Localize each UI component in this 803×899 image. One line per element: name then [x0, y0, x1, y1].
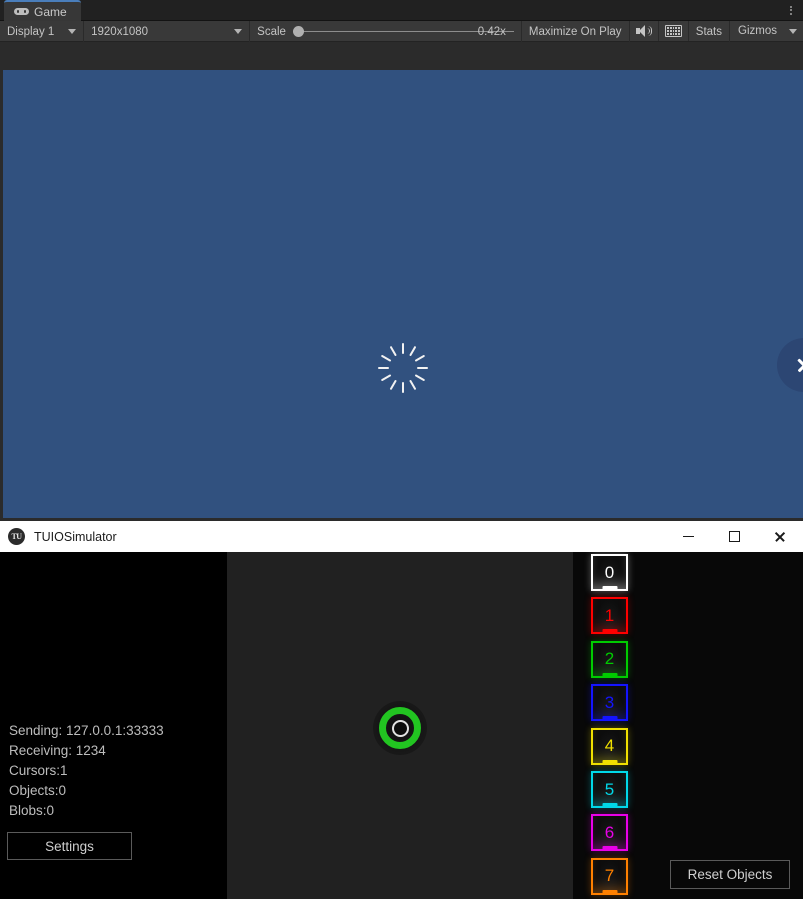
kebab-menu-icon[interactable] [785, 4, 797, 18]
scale-label: Scale [257, 25, 286, 38]
reset-objects-button[interactable]: Reset Objects [670, 860, 790, 889]
tab-game-label: Game [34, 4, 67, 19]
object-button-label: 3 [604, 692, 615, 712]
object-button-label: 4 [604, 736, 615, 756]
status-line: Sending: 127.0.0.1:33333 [9, 723, 164, 738]
stats-label: Stats [695, 25, 723, 38]
game-render-surface[interactable] [3, 70, 803, 518]
settings-button[interactable]: Settings [7, 832, 132, 860]
close-icon [774, 531, 786, 543]
resolution-dropdown[interactable]: 1920x1080 [84, 21, 251, 42]
maximize-icon [728, 531, 740, 542]
object-button-label: 6 [604, 822, 615, 842]
minimize-icon [682, 535, 694, 538]
status-list: Sending: 127.0.0.1:33333 Receiving: 1234 C… [9, 721, 164, 821]
object-button-5[interactable]: 5 [591, 771, 628, 808]
chevron-down-icon [68, 29, 77, 34]
unity-game-view-panel: Game Display 1 1920x1080 Scale 0.42x Max… [0, 0, 803, 521]
tuio-cursor-ring [379, 707, 421, 749]
close-icon [796, 357, 803, 374]
status-line: Blobs:0 [9, 803, 55, 818]
spinner-spoke [402, 343, 404, 354]
object-button-label: 1 [604, 605, 615, 625]
scale-value: 0.42x [477, 25, 506, 38]
scale-slider[interactable]: 0.42x [292, 21, 514, 42]
object-button-0[interactable]: 0 [591, 554, 628, 591]
spinner-spoke [409, 379, 417, 391]
tuio-titlebar[interactable]: TU TUIOSimulator [0, 521, 803, 552]
spinner-spoke [414, 374, 426, 382]
scale-control[interactable]: Scale 0.42x [250, 21, 522, 42]
minimize-button[interactable] [665, 521, 711, 552]
object-button-4[interactable]: 4 [591, 727, 628, 765]
gizmos-label: Gizmos [738, 25, 777, 37]
object-button-label: 2 [604, 649, 615, 669]
tuio-window-title: TUIOSimulator [34, 529, 117, 544]
chevron-down-icon [234, 29, 243, 34]
tab-game[interactable]: Game [4, 0, 81, 21]
display-dropdown-label: Display 1 [7, 25, 55, 38]
scale-slider-knob[interactable] [292, 26, 304, 37]
close-button[interactable] [757, 521, 803, 552]
object-button-7[interactable]: 7 [591, 857, 628, 895]
object-button-6[interactable]: 6 [591, 814, 628, 852]
stats-grid-button[interactable] [659, 21, 689, 41]
mute-audio-button[interactable] [630, 21, 660, 41]
window-controls [665, 521, 803, 552]
maximize-button[interactable] [711, 521, 757, 552]
status-line: Objects:0 [9, 783, 67, 798]
stats-button[interactable]: Stats [689, 21, 731, 42]
gizmos-button[interactable]: Gizmos [730, 21, 803, 41]
maximize-on-play-label: Maximize On Play [528, 25, 622, 38]
spinner-spoke [402, 382, 404, 393]
editor-tab-strip: Game [0, 0, 803, 21]
object-button-label: 5 [604, 779, 615, 799]
spinner-spoke [380, 354, 392, 362]
spinner-spoke [378, 367, 389, 369]
game-view-toolbar: Display 1 1920x1080 Scale 0.42x Maximize… [0, 21, 803, 42]
chevron-down-icon[interactable] [789, 28, 797, 34]
object-button-2[interactable]: 2 [591, 640, 628, 678]
tuio-cursor-core [391, 719, 409, 737]
tuio-app-icon: TU [8, 528, 25, 545]
spinner-spoke [389, 379, 397, 391]
game-view-container [0, 42, 803, 521]
display-dropdown[interactable]: Display 1 [0, 21, 85, 42]
spinner-spoke [409, 345, 417, 357]
object-button-label: 7 [604, 866, 615, 886]
spinner-spoke [417, 367, 428, 369]
object-button-label: 0 [604, 562, 615, 582]
object-button-3[interactable]: 3 [591, 684, 628, 722]
resolution-dropdown-label: 1920x1080 [91, 25, 149, 38]
spinner-spoke [380, 374, 392, 382]
status-line: Cursors:1 [9, 763, 68, 778]
gamepad-icon [14, 7, 29, 16]
close-overlay-button[interactable] [777, 338, 803, 392]
speaker-icon [635, 25, 652, 37]
keyboard-grid-icon [664, 25, 682, 37]
object-button-1[interactable]: 1 [591, 597, 628, 635]
spinner-spoke [414, 354, 426, 362]
tuio-cursor[interactable] [373, 701, 427, 755]
spinner-spoke [389, 345, 397, 357]
status-line: Receiving: 1234 [9, 743, 106, 758]
maximize-on-play-toggle[interactable]: Maximize On Play [522, 21, 630, 42]
